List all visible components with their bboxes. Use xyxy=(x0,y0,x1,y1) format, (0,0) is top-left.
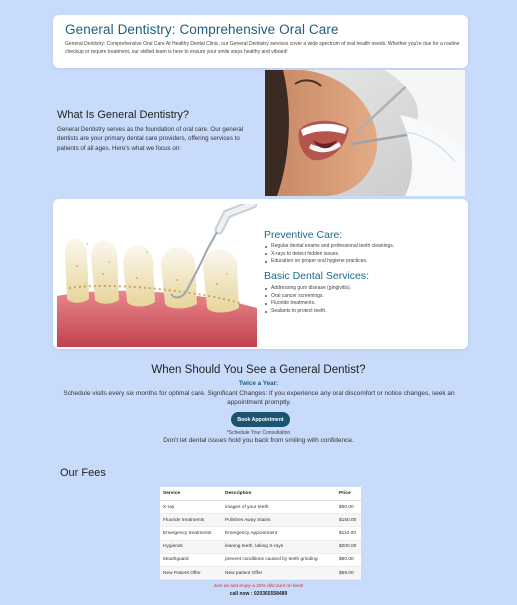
fee-description: leaning teeth, taking X-rays xyxy=(222,540,336,554)
table-header-row: Service Description Price xyxy=(160,487,361,501)
fee-description: prevent conditions caused by teeth grind… xyxy=(222,553,336,567)
intro-card: General Dentistry: Comprehensive Oral Ca… xyxy=(53,15,468,68)
table-row: New Patient Offer New patient Offer $69.… xyxy=(160,566,361,581)
list-item: X-rays to detect hidden issues. xyxy=(264,251,394,259)
discount-offer-text: Join us and enjoy a 20% discount on fees… xyxy=(213,584,304,589)
fee-description: Polishes Away Stains xyxy=(222,513,336,528)
list-item: Oral cancer screenings. xyxy=(264,293,351,301)
list-item: Addressing gum disease (gingivitis). xyxy=(264,285,351,293)
fee-service: X-ray xyxy=(160,500,222,515)
fees-heading: Our Fees xyxy=(60,467,106,479)
fee-description: images of your teeth xyxy=(222,500,336,515)
dentist-exam-photo xyxy=(265,70,465,196)
intro-text: General Dentistry: Comprehensive Oral Ca… xyxy=(65,41,460,55)
fee-price: $200.00 xyxy=(336,540,361,554)
list-item: Fluoride treatments. xyxy=(264,300,351,308)
table-row: Emergency treatments Emergency Appointme… xyxy=(160,526,361,541)
list-item: Education on proper oral hygiene practic… xyxy=(264,258,394,266)
call-now-text: call now : 020365558489 xyxy=(229,591,288,597)
table-row: Hygienist leaning teeth, taking X-rays $… xyxy=(160,540,361,554)
basic-services-heading: Basic Dental Services: xyxy=(264,270,370,282)
when-to-visit-heading: When Should You See a General Dentist? xyxy=(151,364,366,376)
fee-service: Hygienist xyxy=(160,540,222,554)
twice-a-year-label: Twice a Year: xyxy=(238,380,279,387)
book-appointment-button[interactable]: Book Appointment xyxy=(231,412,290,427)
what-is-heading: What Is General Dentistry? xyxy=(57,109,190,121)
fee-service: New Patient Offer xyxy=(160,566,222,581)
column-header-price: Price xyxy=(336,487,361,501)
table-row: Mouthguard prevent conditions caused by … xyxy=(160,553,361,567)
fee-service: Emergency treatments xyxy=(160,526,222,541)
table-row: X-ray images of your teeth $50.00 xyxy=(160,500,361,515)
when-to-visit-text: Schedule visits every six months for opt… xyxy=(63,390,455,407)
fee-price: $110.00 xyxy=(336,526,361,541)
services-card: Preventive Care: Regular dental exams an… xyxy=(53,199,468,349)
closing-text: Don't let dental issues hold you back fr… xyxy=(163,437,354,444)
dental-scaler-illustration xyxy=(57,199,258,347)
list-item: Regular dental exams and professional te… xyxy=(264,243,394,251)
fee-price: $150.00 xyxy=(336,513,361,528)
column-header-service: Service xyxy=(160,487,222,501)
fee-description: New patient Offer xyxy=(222,566,336,581)
fee-price: $80.00 xyxy=(336,553,361,567)
fee-service: Fluoride treatments xyxy=(160,513,222,528)
page-title: General Dentistry: Comprehensive Oral Ca… xyxy=(65,22,339,37)
fees-table: Service Description Price X-ray images o… xyxy=(160,487,361,581)
preventive-care-heading: Preventive Care: xyxy=(264,229,343,241)
table-row: Fluoride treatments Polishes Away Stains… xyxy=(160,513,361,528)
list-item: Sealants to protect teeth. xyxy=(264,308,351,316)
fee-service: Mouthguard xyxy=(160,553,222,567)
schedule-note: *Schedule Your Consultation xyxy=(226,430,291,436)
fee-price: $50.00 xyxy=(336,500,361,515)
fee-price: $69.00 xyxy=(336,566,361,581)
basic-services-list: Addressing gum disease (gingivitis). Ora… xyxy=(264,285,351,315)
fee-description: Emergency Appointment xyxy=(222,526,336,541)
what-is-text: General Dentistry serves as the foundati… xyxy=(57,126,244,152)
preventive-care-list: Regular dental exams and professional te… xyxy=(264,243,394,266)
column-header-description: Description xyxy=(222,487,336,501)
